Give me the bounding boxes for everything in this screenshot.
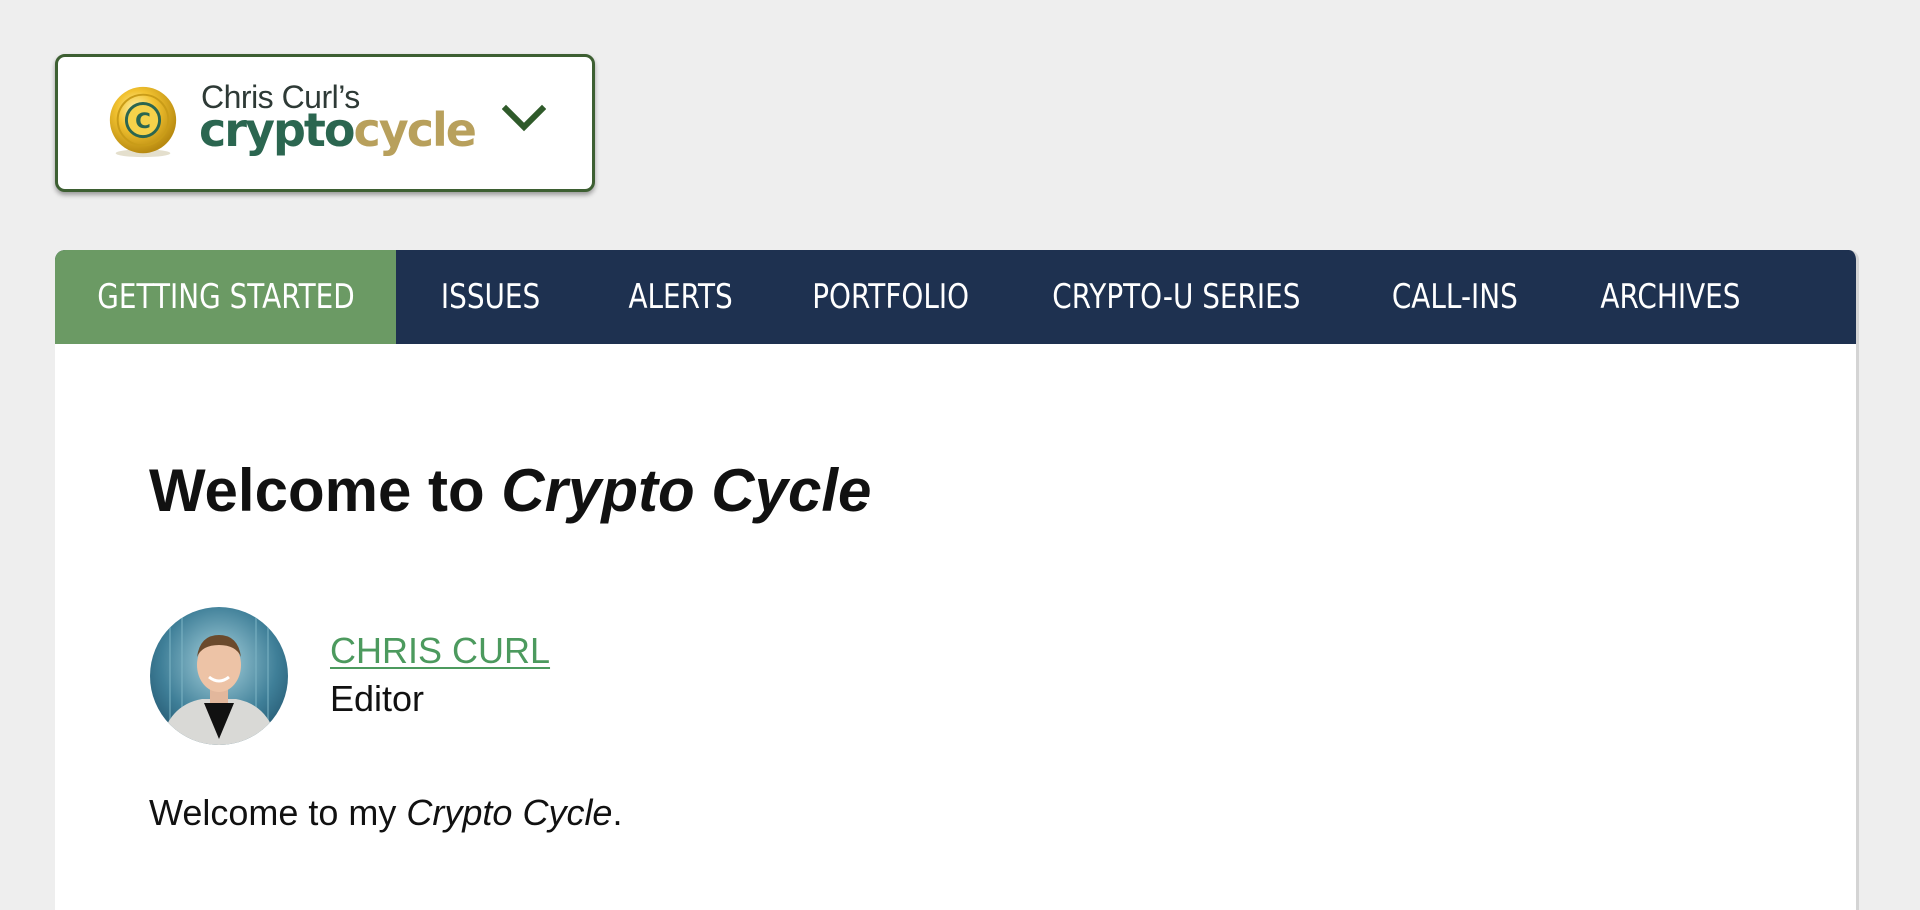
intro-suffix: . [612, 792, 623, 833]
brand-logo-menu[interactable]: C Chris Curl’s cryptocycle [55, 54, 595, 192]
tab-label: CRYPTO-U SERIES [1052, 277, 1301, 317]
author-avatar [150, 607, 288, 745]
tab-portfolio[interactable]: PORTFOLIO [776, 250, 1005, 344]
svg-text:C: C [135, 109, 151, 134]
page-title: Welcome to Crypto Cycle [149, 455, 871, 527]
author-role: Editor [330, 678, 425, 719]
tab-getting-started[interactable]: GETTING STARTED [55, 250, 396, 344]
main-panel: GETTING STARTED ISSUES ALERTS PORTFOLIO … [55, 250, 1859, 910]
author-name-link[interactable]: CHRIS CURL [330, 630, 550, 672]
tab-label: ARCHIVES [1599, 277, 1741, 317]
tab-call-ins[interactable]: CALL-INS [1348, 250, 1561, 344]
tab-issues[interactable]: ISSUES [396, 250, 586, 344]
tab-label: ISSUES [441, 277, 541, 317]
coin-logo-icon: C [109, 86, 177, 158]
chevron-down-icon[interactable] [502, 101, 546, 137]
page-title-emphasis: Crypto Cycle [501, 457, 872, 524]
logo-wordmark-crypto: crypto [199, 103, 355, 157]
tab-label: ALERTS [628, 277, 734, 317]
tab-label: GETTING STARTED [96, 277, 355, 317]
tab-archives[interactable]: ARCHIVES [1561, 250, 1779, 344]
page-title-prefix: Welcome to [149, 457, 502, 524]
logo-wordmark-cycle: cycle [353, 103, 476, 157]
intro-prefix: Welcome to my [149, 792, 407, 833]
tab-label: CALL-INS [1391, 277, 1518, 317]
tab-label: PORTFOLIO [812, 277, 969, 317]
intro-emphasis: Crypto Cycle [406, 792, 613, 833]
tab-crypto-u-series[interactable]: CRYPTO-U SERIES [1005, 250, 1348, 344]
intro-paragraph: Welcome to my Crypto Cycle. [149, 792, 622, 834]
main-nav: GETTING STARTED ISSUES ALERTS PORTFOLIO … [55, 250, 1856, 344]
tab-alerts[interactable]: ALERTS [586, 250, 776, 344]
logo-wordmark: cryptocycle [199, 107, 477, 153]
